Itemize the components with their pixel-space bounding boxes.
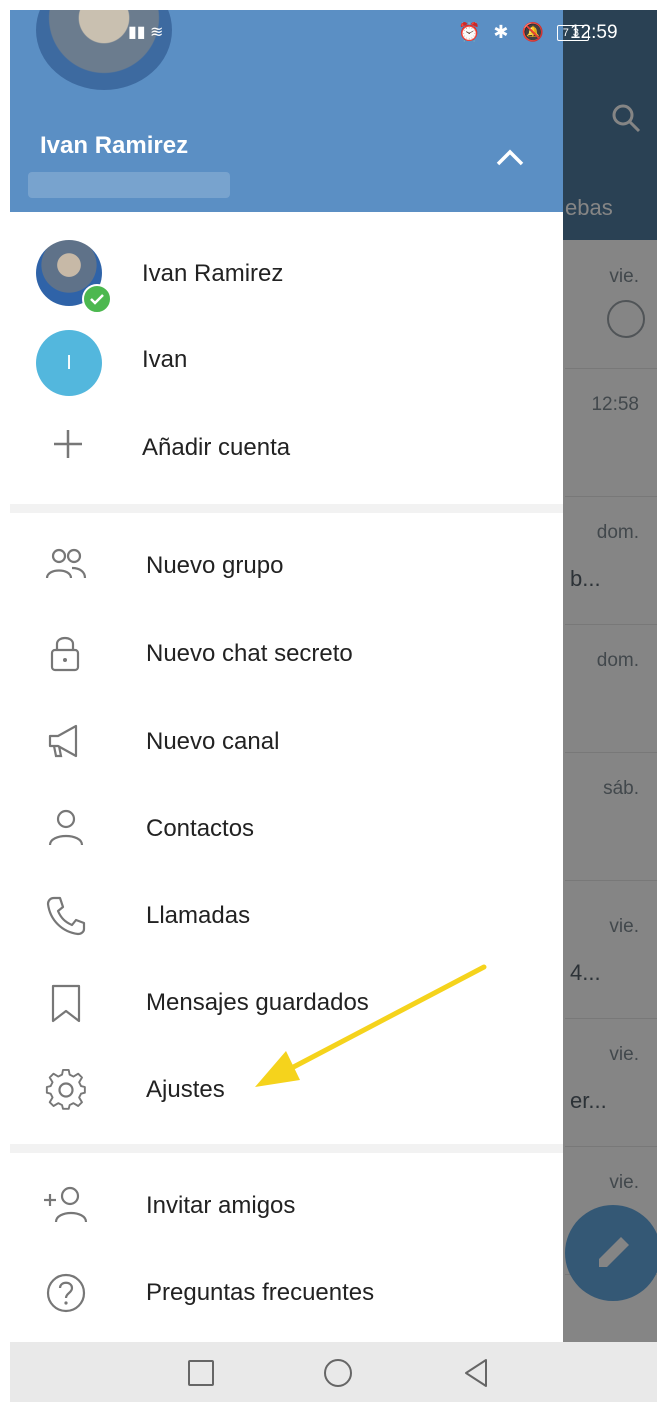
annotation-arrow (255, 964, 487, 1087)
